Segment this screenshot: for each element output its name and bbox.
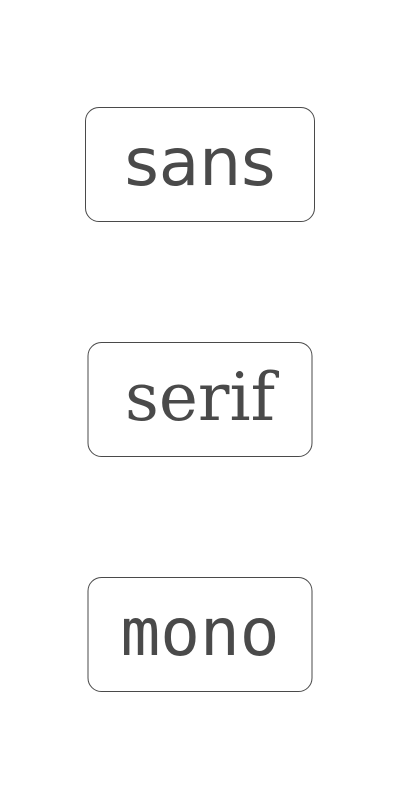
font-choice-panel: sans serif mono <box>0 0 400 800</box>
sans-font-button[interactable]: sans <box>85 107 315 222</box>
mono-font-button[interactable]: mono <box>87 577 313 692</box>
serif-font-button[interactable]: serif <box>87 342 313 457</box>
